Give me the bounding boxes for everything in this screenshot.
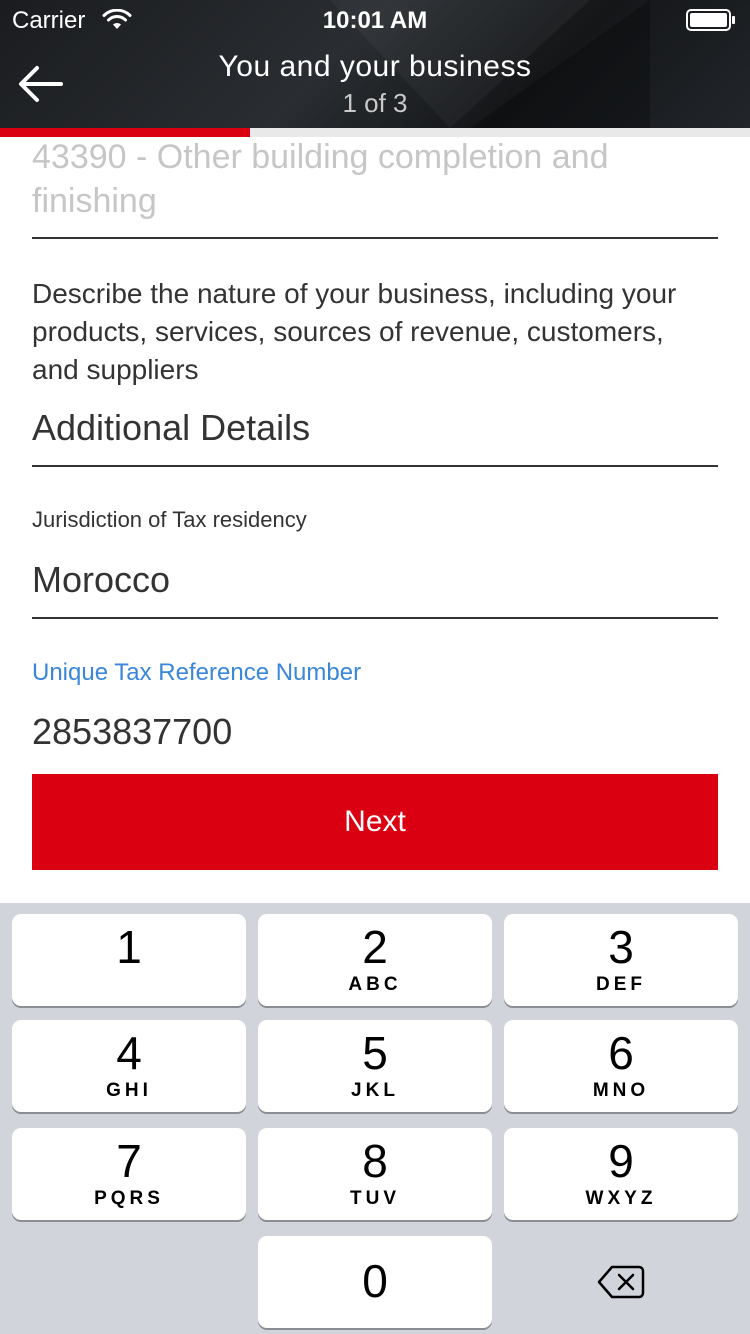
form-content[interactable]: 43390 - Other building completion and fi… <box>0 137 750 903</box>
utr-label: Unique Tax Reference Number <box>32 659 362 686</box>
field-underline <box>32 465 718 467</box>
key-7[interactable]: 7 PQRS <box>12 1128 246 1220</box>
key-4[interactable]: 4 GHI <box>12 1020 246 1112</box>
key-1[interactable]: 1 <box>12 914 246 1006</box>
key-letters: WXYZ <box>585 1188 657 1209</box>
delete-key[interactable] <box>504 1236 738 1328</box>
key-8[interactable]: 8 TUV <box>258 1128 492 1220</box>
key-digit: 8 <box>362 1135 388 1187</box>
key-letters: PQRS <box>94 1188 164 1209</box>
key-digit: 4 <box>116 1027 142 1079</box>
field-underline <box>32 237 718 239</box>
additional-details-field[interactable]: Additional Details <box>32 407 718 449</box>
key-letters: ABC <box>348 974 402 995</box>
key-letters: DEF <box>596 974 646 995</box>
key-letters: GHI <box>106 1080 152 1101</box>
app-header: Carrier 10:01 AM You and your business 1… <box>0 0 750 128</box>
key-6[interactable]: 6 MNO <box>504 1020 738 1112</box>
numeric-keypad: 1 2 ABC 3 DEF 4 GHI 5 JKL 6 MNO 7 PQRS 8… <box>0 903 750 1334</box>
key-letters: JKL <box>351 1080 399 1101</box>
key-digit: 9 <box>608 1135 634 1187</box>
key-digit: 3 <box>608 921 634 973</box>
industry-field[interactable]: 43390 - Other building completion and fi… <box>32 137 718 223</box>
key-digit: 7 <box>116 1135 142 1187</box>
key-letters: TUV <box>350 1188 400 1209</box>
clock: 10:01 AM <box>322 7 428 34</box>
page-title: You and your business <box>218 50 532 83</box>
progress-bar <box>0 128 750 137</box>
key-letters: MNO <box>592 1080 650 1101</box>
field-underline <box>32 617 718 619</box>
tax-residency-select[interactable]: Morocco <box>32 559 718 601</box>
key-digit: 5 <box>362 1027 388 1079</box>
key-5[interactable]: 5 JKL <box>258 1020 492 1112</box>
business-description-label: Describe the nature of your business, in… <box>32 278 677 385</box>
key-digit: 2 <box>362 921 388 973</box>
key-3[interactable]: 3 DEF <box>504 914 738 1006</box>
step-indicator: 1 of 3 <box>342 88 408 118</box>
key-digit: 6 <box>608 1027 634 1079</box>
tax-residency-label: Jurisdiction of Tax residency <box>32 507 307 532</box>
battery-icon <box>686 9 735 31</box>
key-0[interactable]: 0 <box>258 1236 492 1328</box>
key-digit: 1 <box>116 921 142 973</box>
key-digit: 0 <box>362 1255 388 1307</box>
next-button[interactable]: Next <box>32 774 718 870</box>
status-bar: Carrier 10:01 AM <box>0 0 750 40</box>
backspace-icon <box>597 1265 645 1299</box>
key-9[interactable]: 9 WXYZ <box>504 1128 738 1220</box>
utr-input[interactable]: 2853837700 <box>32 711 718 753</box>
key-2[interactable]: 2 ABC <box>258 914 492 1006</box>
progress-fill <box>0 128 250 137</box>
